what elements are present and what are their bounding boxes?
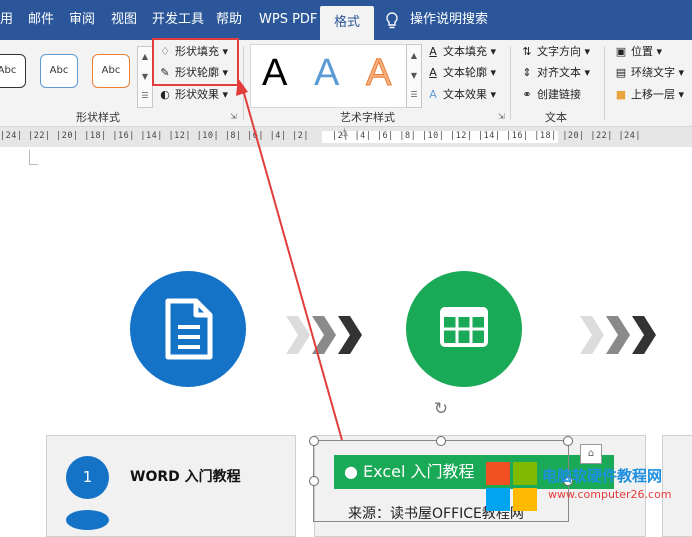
tab-partial-use[interactable]: 用 (0, 0, 13, 40)
wrap-text-icon: ▤ (615, 66, 627, 79)
shape-style-sample-3[interactable]: Abc (92, 54, 130, 88)
page-corner-mark (29, 150, 38, 165)
effects-icon: ◐ (160, 88, 170, 101)
tab-format[interactable]: 格式 (320, 6, 375, 40)
shape-effects-button[interactable]: ◐ 形状效果 ▾ (158, 86, 228, 104)
tab-mailings[interactable]: 邮件 (28, 0, 54, 40)
highlight-box (152, 38, 239, 86)
dialog-launcher-icon[interactable]: ⇲ (230, 112, 237, 121)
resize-handle[interactable] (563, 436, 573, 446)
shape-styles-group-label: 形状样式 (76, 111, 120, 124)
ruler-ticks-right: |2| |4| |6| |8| |10| |12| |14| |16| |18|… (332, 131, 641, 141)
chevron-down-icon[interactable]: ▼ (138, 67, 152, 87)
resize-handle[interactable] (309, 476, 319, 486)
wordart-gallery-scroll[interactable]: ▲ ▼ ☰ (406, 44, 422, 108)
text-outline-icon: A (429, 66, 437, 79)
gallery-more-icon[interactable]: ☰ (407, 86, 421, 104)
text-effects-button[interactable]: A 文本效果 ▾ (426, 86, 496, 104)
wrap-text-button[interactable]: ▤ 环绕文字 ▾ (614, 64, 684, 82)
next-course-card[interactable] (662, 435, 692, 537)
bring-forward-button[interactable]: ■ 上移一层 ▾ (614, 86, 684, 104)
position-icon: ▣ (615, 45, 627, 58)
watermark-site-name: 电脑软硬件教程网 (542, 467, 663, 485)
text-direction-button[interactable]: ⇅ 文字方向 ▾ (520, 43, 590, 61)
watermark-url: www.computer26.com (548, 488, 672, 501)
document-icon (165, 298, 213, 360)
wordart-style-orange[interactable]: A (365, 50, 391, 96)
shape-style-sample-1[interactable]: Abc (0, 54, 26, 88)
tab-help[interactable]: 帮助 (216, 0, 242, 40)
text-outline-button[interactable]: A 文本轮廓 ▾ (426, 64, 496, 82)
rotate-handle-icon[interactable]: ↻ (430, 398, 452, 420)
step-number-badge-2 (66, 510, 109, 530)
chevron-down-icon[interactable]: ▼ (407, 66, 421, 86)
ruler-ticks-left: |24| |22| |20| |18| |16| |14| |12| |10| … (0, 131, 309, 141)
word-course-title: WORD 入门教程 (130, 469, 241, 485)
align-text-button[interactable]: ⇕ 对齐文本 ▾ (520, 64, 590, 82)
gallery-scroll[interactable]: ▲ ▼ ☰ (137, 46, 153, 108)
table-grid-icon (440, 307, 488, 347)
align-text-icon: ⇕ (522, 66, 532, 79)
tab-review[interactable]: 审阅 (69, 0, 95, 40)
lightbulb-icon (384, 12, 400, 30)
step-number-badge: 1 (66, 456, 109, 499)
tab-developer[interactable]: 开发工具 (152, 0, 204, 40)
text-fill-icon: A (429, 45, 437, 58)
tell-me-search[interactable]: 操作说明搜索 (410, 0, 488, 40)
menu-bar: 用 邮件 审阅 视图 开发工具 帮助 WPS PDF 格式 操作说明搜索 (0, 0, 692, 40)
position-button[interactable]: ▣ 位置 ▾ (614, 43, 662, 61)
wordart-style-black[interactable]: A (262, 50, 287, 96)
chevron-up-icon[interactable]: ▲ (138, 47, 152, 67)
excel-circle[interactable] (406, 271, 522, 387)
create-link-button[interactable]: ⚭ 创建链接 (520, 86, 581, 104)
dialog-launcher-icon[interactable]: ⇲ (498, 112, 505, 121)
tab-wps-pdf[interactable]: WPS PDF (259, 0, 317, 40)
text-fill-button[interactable]: A 文本填充 ▾ (426, 43, 496, 61)
group-divider (510, 46, 511, 120)
text-direction-icon: ⇅ (522, 45, 532, 58)
layout-options-icon[interactable]: ⌂ (580, 444, 602, 464)
shape-style-sample-2[interactable]: Abc (40, 54, 78, 88)
windows-logo-icon (486, 462, 538, 512)
chevron-arrows-icon (580, 316, 656, 354)
chevron-arrows-icon (286, 316, 362, 354)
word-doc-circle[interactable] (130, 271, 246, 387)
group-divider (604, 46, 605, 120)
gallery-more-icon[interactable]: ☰ (138, 87, 152, 105)
group-divider (243, 46, 244, 120)
indent-marker-icon[interactable]: ⏃ (340, 126, 349, 139)
resize-handle[interactable] (436, 436, 446, 446)
link-icon: ⚭ (522, 88, 532, 101)
bring-forward-icon: ■ (615, 88, 627, 101)
text-group-label: 文本 (545, 111, 567, 124)
text-effects-icon: A (429, 88, 437, 101)
wordart-style-blue[interactable]: A (314, 50, 339, 96)
resize-handle[interactable] (309, 436, 319, 446)
wordart-group-label: 艺术字样式 (340, 111, 395, 124)
tab-view[interactable]: 视图 (111, 0, 137, 40)
chevron-up-icon[interactable]: ▲ (407, 45, 421, 66)
